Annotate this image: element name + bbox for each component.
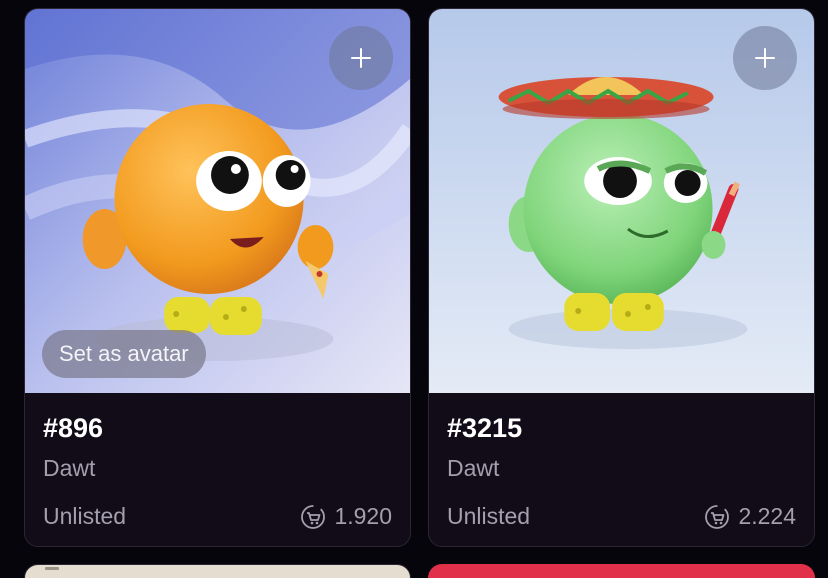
- cart-icon: [301, 504, 326, 529]
- nft-card-info: #3215 Dawt Unlisted 2.224: [429, 393, 814, 546]
- nft-card-partial[interactable]: [24, 564, 411, 578]
- add-button[interactable]: [733, 26, 797, 90]
- price-value: 2.224: [738, 503, 796, 529]
- cart-icon: [705, 504, 730, 529]
- partial-card-content: [45, 567, 59, 570]
- price-value: 1.920: [334, 503, 392, 529]
- nft-card-partial[interactable]: [428, 564, 815, 578]
- token-id: #896: [43, 413, 104, 443]
- nft-image[interactable]: Set as avatar: [25, 9, 410, 393]
- collection-name: Dawt: [447, 455, 500, 481]
- add-button[interactable]: [329, 26, 393, 90]
- set-as-avatar-button[interactable]: Set as avatar: [42, 330, 206, 378]
- nft-grid: Set as avatar #896 Dawt Unlisted 1.920 #…: [0, 0, 828, 578]
- price: 2.224: [704, 503, 796, 530]
- nft-card-info: #896 Dawt Unlisted 1.920: [25, 393, 410, 546]
- listing-status: Unlisted: [447, 503, 531, 529]
- token-id: #3215: [447, 413, 523, 443]
- collection-name: Dawt: [43, 455, 96, 481]
- nft-card-896[interactable]: Set as avatar #896 Dawt Unlisted 1.920: [24, 8, 411, 547]
- nft-image[interactable]: [429, 9, 814, 393]
- price: 1.920: [300, 503, 392, 530]
- nft-card-3215[interactable]: #3215 Dawt Unlisted 2.224: [428, 8, 815, 547]
- plus-icon: [350, 47, 372, 69]
- listing-status: Unlisted: [43, 503, 127, 529]
- plus-icon: [754, 47, 776, 69]
